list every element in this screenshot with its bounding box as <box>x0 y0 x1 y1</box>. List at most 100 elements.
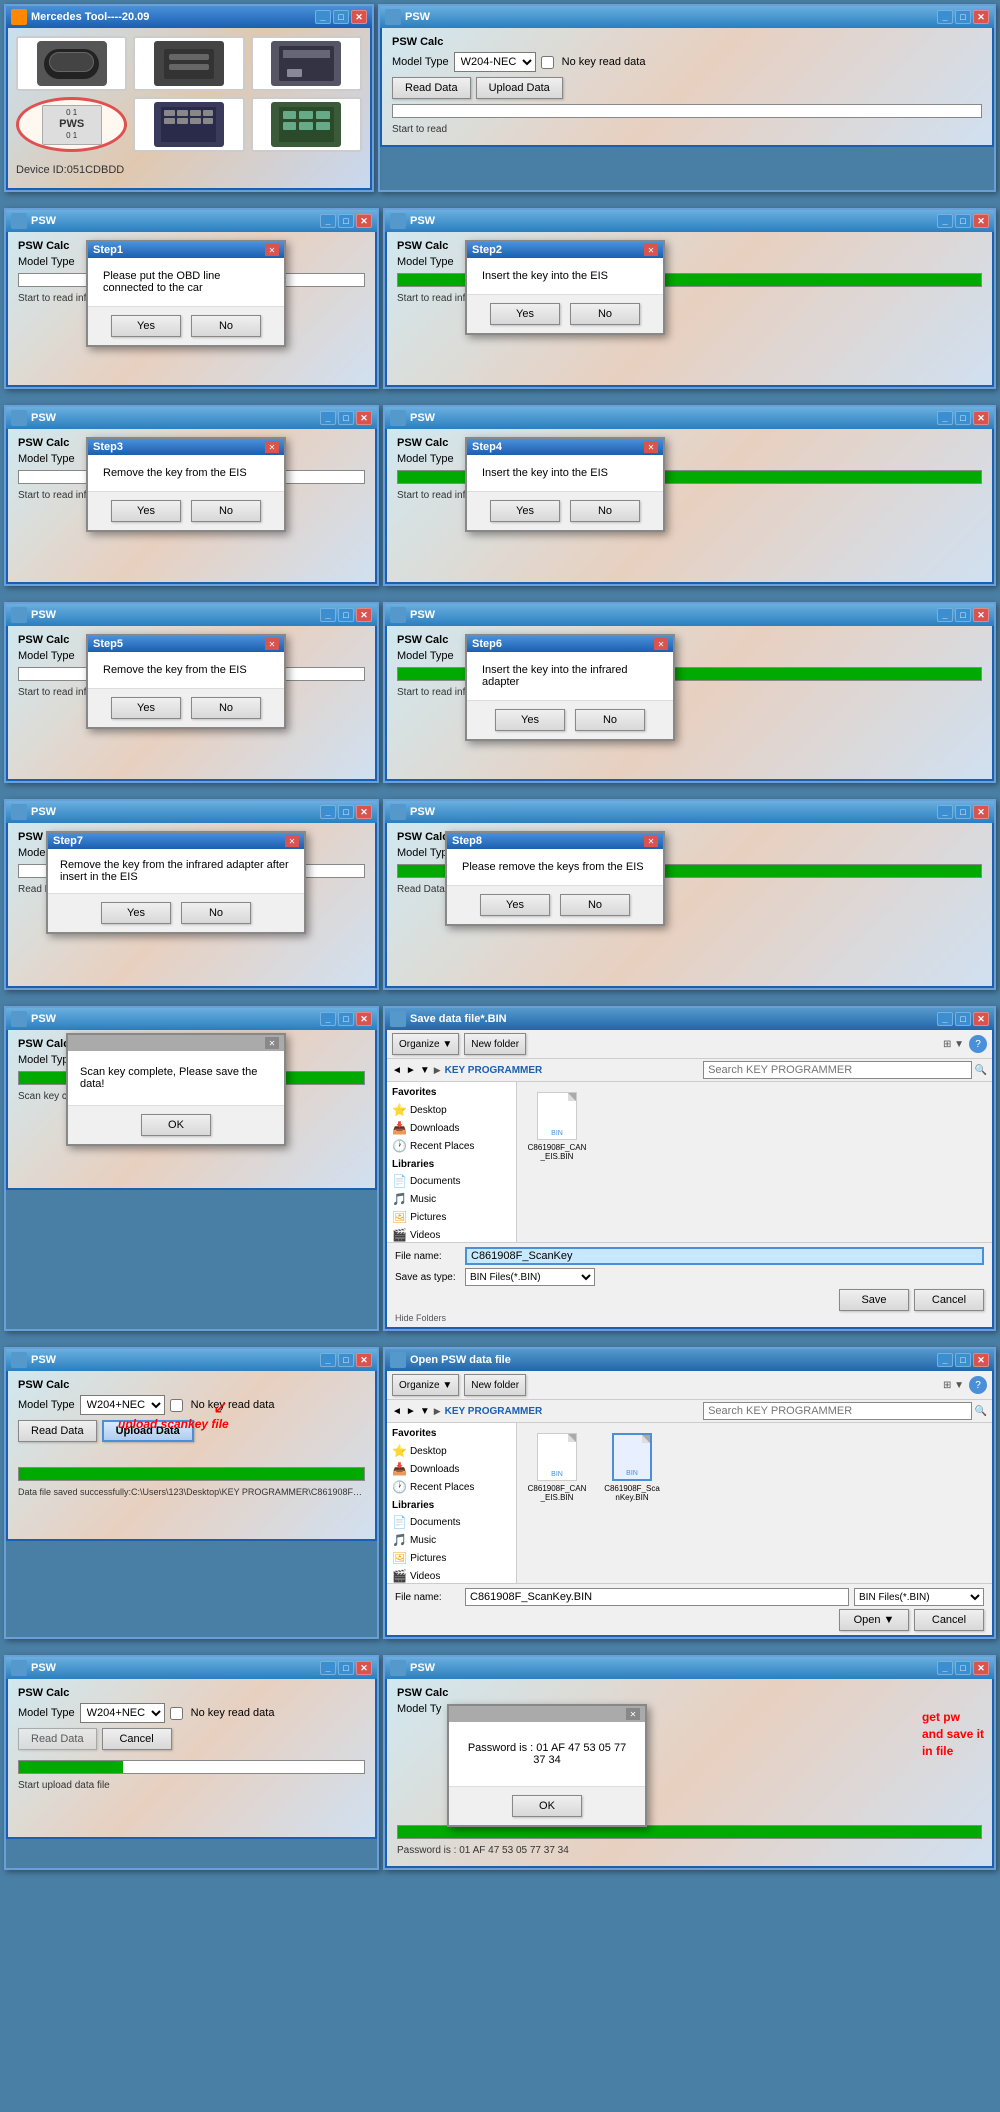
s5-max[interactable]: □ <box>338 608 354 622</box>
step3-yes[interactable]: Yes <box>111 500 181 522</box>
save-tree-music[interactable]: 🎵 Music <box>392 1190 511 1208</box>
save-tree-recent[interactable]: 🕐 Recent Places <box>392 1137 511 1155</box>
save-tree-desktop[interactable]: ⭐ Desktop <box>392 1101 511 1119</box>
save-min[interactable]: _ <box>937 1012 953 1026</box>
step4-dialog-close[interactable]: ✕ <box>644 441 658 453</box>
save-tree-videos[interactable]: 🎬 Videos <box>392 1226 511 1242</box>
step1-dialog-close[interactable]: ✕ <box>265 244 279 256</box>
open-tree-desktop[interactable]: ⭐ Desktop <box>392 1442 511 1460</box>
open-file-item-2[interactable]: BIN C861908F_ScanKey.BIN <box>602 1433 662 1502</box>
sc-min[interactable]: _ <box>320 1012 336 1026</box>
open-organize-btn[interactable]: Organize ▼ <box>392 1374 459 1396</box>
s7-min[interactable]: _ <box>320 805 336 819</box>
open-help-icon[interactable]: ? <box>969 1376 987 1394</box>
mercedes-maximize[interactable]: □ <box>333 10 349 24</box>
save-filename-input[interactable] <box>465 1247 984 1265</box>
scan-ok-btn[interactable]: OK <box>141 1114 211 1136</box>
sc-close[interactable]: ✕ <box>356 1012 372 1026</box>
s4-min[interactable]: _ <box>937 411 953 425</box>
psw-top-close[interactable]: ✕ <box>973 10 989 24</box>
s8-close[interactable]: ✕ <box>973 805 989 819</box>
step7-no[interactable]: No <box>181 902 251 924</box>
r1-no-key-cb[interactable] <box>170 1707 183 1720</box>
step8-yes[interactable]: Yes <box>480 894 550 916</box>
save-close[interactable]: ✕ <box>973 1012 989 1026</box>
psw-top-maximize[interactable]: □ <box>955 10 971 24</box>
device-item-3[interactable] <box>251 36 362 91</box>
upload-min[interactable]: _ <box>320 1353 336 1367</box>
save-tree-downloads[interactable]: 📥 Downloads <box>392 1119 511 1137</box>
open-tree-documents[interactable]: 📄 Documents <box>392 1513 511 1531</box>
step1-no-btn[interactable]: No <box>191 315 261 337</box>
s6-max[interactable]: □ <box>955 608 971 622</box>
save-help-icon[interactable]: ? <box>969 1035 987 1053</box>
open-file-item-1[interactable]: BIN C861908F_CAN_EIS.BIN <box>527 1433 587 1502</box>
step2-yes-btn[interactable]: Yes <box>490 303 560 325</box>
psw-step1-min[interactable]: _ <box>320 214 336 228</box>
pw-dialog-close[interactable]: ✕ <box>626 1708 640 1720</box>
save-save-btn[interactable]: Save <box>839 1289 909 1311</box>
mercedes-close[interactable]: ✕ <box>351 10 367 24</box>
save-new-folder-btn[interactable]: New folder <box>464 1033 526 1055</box>
open-tree-music[interactable]: 🎵 Music <box>392 1531 511 1549</box>
pw-ok-btn[interactable]: OK <box>512 1795 582 1817</box>
no-key-checkbox[interactable] <box>541 56 554 69</box>
step8-dialog-close[interactable]: ✕ <box>644 835 658 847</box>
upload-data-btn[interactable]: Upload Data <box>476 77 563 99</box>
s6-min[interactable]: _ <box>937 608 953 622</box>
step6-dialog-close[interactable]: ✕ <box>654 638 668 650</box>
s3-min[interactable]: _ <box>320 411 336 425</box>
s8-min[interactable]: _ <box>937 805 953 819</box>
step2-no-btn[interactable]: No <box>570 303 640 325</box>
r2-min[interactable]: _ <box>937 1661 953 1675</box>
psw-step2-max[interactable]: □ <box>955 214 971 228</box>
r2-max[interactable]: □ <box>955 1661 971 1675</box>
psw-top-minimize[interactable]: _ <box>937 10 953 24</box>
open-tree-downloads[interactable]: 📥 Downloads <box>392 1460 511 1478</box>
s4-max[interactable]: □ <box>955 411 971 425</box>
r1-read-btn[interactable]: Read Data <box>18 1728 97 1750</box>
save-file-item-1[interactable]: BIN C861908F_CAN_EIS.BIN <box>527 1092 587 1161</box>
device-item-4-pws[interactable]: 0 1 PWS 0 1 <box>16 97 127 152</box>
step7-yes[interactable]: Yes <box>101 902 171 924</box>
step4-no[interactable]: No <box>570 500 640 522</box>
s5-close[interactable]: ✕ <box>356 608 372 622</box>
upload-read-btn[interactable]: Read Data <box>18 1420 97 1442</box>
r1-max[interactable]: □ <box>338 1661 354 1675</box>
save-tree-documents[interactable]: 📄 Documents <box>392 1172 511 1190</box>
s3-close[interactable]: ✕ <box>356 411 372 425</box>
step5-no[interactable]: No <box>191 697 261 719</box>
step2-dialog-close[interactable]: ✕ <box>644 244 658 256</box>
open-new-folder-btn[interactable]: New folder <box>464 1374 526 1396</box>
save-max[interactable]: □ <box>955 1012 971 1026</box>
open-max[interactable]: □ <box>955 1353 971 1367</box>
save-search-input[interactable] <box>703 1061 971 1079</box>
save-tree-pictures[interactable]: 🖼 Pictures <box>392 1208 511 1226</box>
r1-close[interactable]: ✕ <box>356 1661 372 1675</box>
device-item-2[interactable] <box>133 36 244 91</box>
upload-no-key-cb[interactable] <box>170 1399 183 1412</box>
r2-close[interactable]: ✕ <box>973 1661 989 1675</box>
psw-step1-max[interactable]: □ <box>338 214 354 228</box>
upload-close[interactable]: ✕ <box>356 1353 372 1367</box>
step6-no[interactable]: No <box>575 709 645 731</box>
psw-step2-close[interactable]: ✕ <box>973 214 989 228</box>
s6-close[interactable]: ✕ <box>973 608 989 622</box>
step3-dialog-close[interactable]: ✕ <box>265 441 279 453</box>
step5-dialog-close[interactable]: ✕ <box>265 638 279 650</box>
psw-step1-close[interactable]: ✕ <box>356 214 372 228</box>
open-tree-pictures[interactable]: 🖼 Pictures <box>392 1549 511 1567</box>
save-organize-btn[interactable]: Organize ▼ <box>392 1033 459 1055</box>
open-filename-input[interactable] <box>465 1588 849 1606</box>
step4-yes[interactable]: Yes <box>490 500 560 522</box>
s3-max[interactable]: □ <box>338 411 354 425</box>
open-filetype-select[interactable]: BIN Files(*.BIN) <box>854 1588 984 1606</box>
open-close[interactable]: ✕ <box>973 1353 989 1367</box>
device-item-1[interactable] <box>16 36 127 91</box>
step7-dialog-close[interactable]: ✕ <box>285 835 299 847</box>
s4-close[interactable]: ✕ <box>973 411 989 425</box>
step8-no[interactable]: No <box>560 894 630 916</box>
s7-max[interactable]: □ <box>338 805 354 819</box>
psw-step2-min[interactable]: _ <box>937 214 953 228</box>
open-search-input[interactable] <box>703 1402 971 1420</box>
